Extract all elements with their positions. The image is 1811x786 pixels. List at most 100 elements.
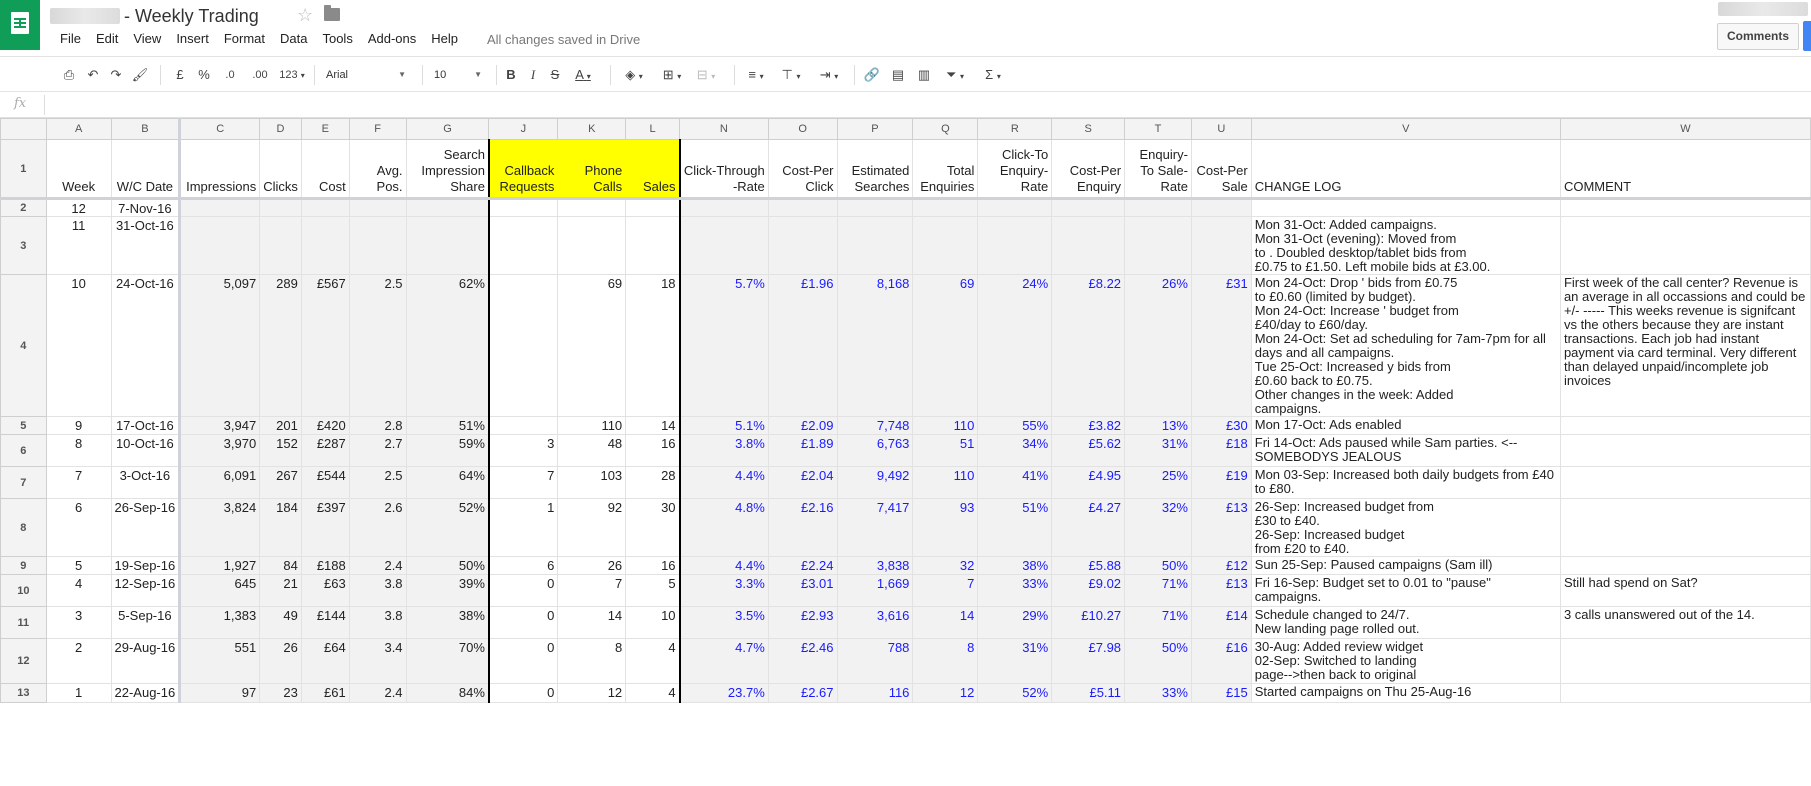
cell-impressions[interactable]: 6,091 [179,466,261,499]
cell-sales[interactable]: 30 [625,498,681,557]
cell-week[interactable]: 3 [45,606,112,639]
cell-ctr[interactable] [679,216,769,275]
cell-callback[interactable]: 1 [488,498,559,557]
cell-total-enquiries[interactable]: 93 [912,498,979,557]
cell-sales[interactable]: 4 [625,683,681,703]
cell-change-log[interactable] [1250,198,1561,217]
cell-cost-per-enquiry[interactable]: £5.88 [1051,556,1126,575]
cell-callback[interactable] [488,216,559,275]
cell-avg-pos[interactable]: 2.7 [348,434,407,467]
cell-enquiry-sale-rate[interactable]: 25% [1124,466,1192,499]
vertical-align-icon[interactable]: ⊤ ▾ [776,65,806,85]
column-header-g[interactable]: G [405,118,490,140]
cell-avg-pos[interactable] [348,198,407,217]
cell-wc-date[interactable]: 10-Oct-16 [110,434,182,467]
cell-callback[interactable] [488,416,559,435]
sheets-logo-icon[interactable] [0,0,40,50]
cell-est-searches[interactable]: 9,492 [836,466,914,499]
cell-click-enquiry-rate[interactable]: 38% [977,556,1053,575]
cell-clicks[interactable]: 184 [259,498,302,557]
cell-cpc[interactable]: £3.01 [767,574,838,607]
cell-cost[interactable]: £63 [300,574,350,607]
cell-avg-pos[interactable] [348,216,407,275]
row-header[interactable]: 2 [0,198,47,217]
cell-enquiry-sale-rate[interactable]: 71% [1124,574,1192,607]
cell-clicks[interactable]: 23 [259,683,302,703]
cell-ctr[interactable] [679,198,769,217]
increase-decimal-button[interactable]: .00 [248,65,272,85]
cell-cpc[interactable]: £1.96 [767,274,838,417]
cell-cpc[interactable]: £2.93 [767,606,838,639]
percent-format-button[interactable]: % [196,65,212,85]
cell-comment[interactable]: First week of the call center? Revenue i… [1559,274,1811,417]
cell-change-log[interactable]: 26-Sep: Increased budget from £30 to £40… [1250,498,1561,557]
cell-impressions[interactable]: 3,947 [179,416,261,435]
cell-cost[interactable]: £287 [300,434,350,467]
cell-search-share[interactable]: 50% [405,556,490,575]
cell-cost[interactable]: £420 [300,416,350,435]
cell-week[interactable]: 6 [45,498,112,557]
column-header-l[interactable]: L [625,118,681,140]
cell-avg-pos[interactable]: 3.8 [348,606,407,639]
column-header-o[interactable]: O [767,118,838,140]
cell-phone-calls[interactable]: 14 [557,606,627,639]
cell-cost-per-enquiry[interactable]: £8.22 [1051,274,1126,417]
cell-search-share[interactable] [405,198,490,217]
cell-callback[interactable]: 0 [488,638,559,684]
cell-ctr[interactable]: 4.8% [679,498,769,557]
cell-ctr[interactable]: 23.7% [679,683,769,703]
cell-est-searches[interactable] [836,216,914,275]
cell-enquiry-sale-rate[interactable]: 50% [1124,638,1192,684]
cell-ctr[interactable]: 4.4% [679,556,769,575]
paint-format-icon[interactable]: 🖌 [130,65,150,85]
cell-sales[interactable]: 10 [625,606,681,639]
column-header-j[interactable]: J [488,118,559,140]
cell-total-enquiries[interactable]: 7 [912,574,979,607]
cell-ctr[interactable]: 4.7% [679,638,769,684]
cell-est-searches[interactable]: 6,763 [836,434,914,467]
star-icon[interactable]: ☆ [297,5,313,26]
row-header[interactable]: 5 [0,416,47,435]
cell-callback[interactable]: 0 [488,683,559,703]
cell-avg-pos[interactable]: 2.5 [348,466,407,499]
cell-header-cost[interactable]: Cost [300,139,350,200]
column-header-b[interactable]: B [110,118,182,140]
cell-search-share[interactable]: 62% [405,274,490,417]
cell-impressions[interactable]: 551 [179,638,261,684]
cell-clicks[interactable]: 84 [259,556,302,575]
column-header-v[interactable]: V [1250,118,1561,140]
cell-callback[interactable]: 7 [488,466,559,499]
document-title[interactable]: - Weekly Trading [50,4,259,28]
cell-wc-date[interactable]: 5-Sep-16 [110,606,182,639]
cell-callback[interactable]: 3 [488,434,559,467]
font-family-dropdown[interactable]: Arial ▼ [320,63,410,87]
cell-phone-calls[interactable]: 110 [557,416,627,435]
cell-cost-per-enquiry[interactable] [1051,216,1126,275]
cell-impressions[interactable]: 3,824 [179,498,261,557]
cell-click-enquiry-rate[interactable]: 55% [977,416,1053,435]
cell-comment[interactable]: 3 calls unanswered out of the 14. [1559,606,1811,639]
cell-search-share[interactable]: 38% [405,606,490,639]
cell-total-enquiries[interactable]: 32 [912,556,979,575]
cell-change-log[interactable]: Mon 03-Sep: Increased both daily budgets… [1250,466,1561,499]
fill-color-icon[interactable]: ◈ ▾ [620,65,648,85]
text-color-button[interactable]: A ▾ [570,65,596,85]
cell-header-cost-per-sale[interactable]: Cost-Per Sale [1190,139,1252,200]
cell-header-phone-calls[interactable]: Phone Calls [557,139,627,200]
strikethrough-button[interactable]: S [546,65,564,85]
cell-search-share[interactable]: 59% [405,434,490,467]
row-header[interactable]: 6 [0,434,47,467]
cell-change-log[interactable]: Fri 16-Sep: Budget set to 0.01 to "pause… [1250,574,1561,607]
cell-cpc[interactable] [767,216,838,275]
cell-header-click-enquiry-rate[interactable]: Click-To Enquiry-Rate [977,139,1053,200]
menu-tools[interactable]: Tools [322,31,352,46]
cell-wc-date[interactable]: 24-Oct-16 [110,274,182,417]
cell-click-enquiry-rate[interactable]: 52% [977,683,1053,703]
cell-callback[interactable]: 6 [488,556,559,575]
cell-header-ctr[interactable]: Click-Through -Rate [679,139,769,200]
cell-search-share[interactable]: 64% [405,466,490,499]
menu-help[interactable]: Help [431,31,458,46]
cell-header-sales[interactable]: Sales [625,139,681,200]
cell-wc-date[interactable]: 3-Oct-16 [110,466,182,499]
cell-wc-date[interactable]: 12-Sep-16 [110,574,182,607]
